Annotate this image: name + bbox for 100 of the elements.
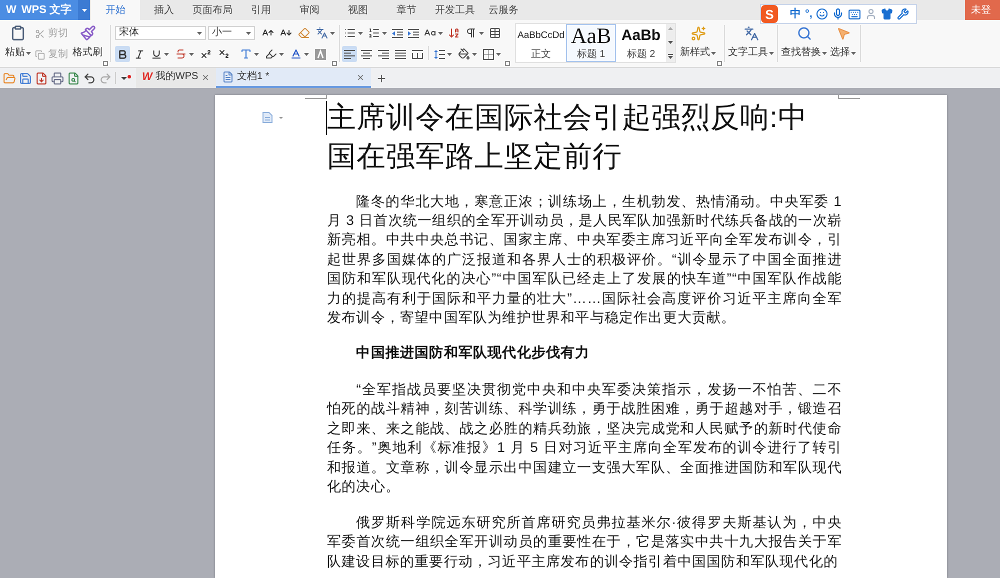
align-right-icon [378,50,389,58]
pilcrow-icon [465,27,477,39]
numbered-list-icon [368,27,380,39]
file-download-icon[interactable] [35,72,48,84]
punctuation-button[interactable]: °, [805,8,812,20]
caret-icon [479,32,484,34]
dialog-launcher-icon[interactable] [505,61,510,66]
ribbon-tab[interactable]: 开始 [91,0,140,20]
ribbon-tool-button[interactable]: 文字工具 [727,26,775,62]
dialog-launcher-icon[interactable] [103,61,108,66]
caret-icon [472,52,477,56]
ribbon-tool-button[interactable]: 新样式 [679,26,717,62]
border-icon [483,48,494,60]
character-shading-button[interactable] [313,46,328,62]
superscript-icon [200,48,212,60]
caret-icon [304,52,309,56]
printer-icon[interactable] [51,72,64,84]
wrench-icon[interactable] [897,8,910,20]
font-name-field[interactable]: 宋体 [115,26,206,40]
close-icon [201,72,210,82]
style-tile[interactable]: AaB 标题 1 [566,24,616,62]
caret-icon [279,52,284,56]
caret-icon [197,32,202,34]
caret-icon [358,32,363,34]
font-size-field[interactable]: 小一 [208,26,255,40]
align-left-icon [344,50,355,58]
shading-button[interactable] [456,46,479,62]
app-logo: W [6,4,16,16]
style-sample: AaBb [621,26,661,46]
text-cursor [326,101,327,135]
close-icon [356,72,365,82]
caret-icon [189,52,194,56]
justify-icon [395,50,406,58]
bold-icon [117,48,128,60]
distributed-align-icon [412,50,423,58]
keyboard-icon[interactable] [848,8,862,20]
paste-button[interactable]: 粘贴 [4,25,32,62]
caret-icon [496,52,501,56]
align-center-icon [361,50,372,58]
ime-mode-button[interactable]: 中 [790,8,801,20]
more-styles-icon[interactable] [668,54,673,59]
caret-icon [711,52,716,54]
shirt-icon[interactable] [881,8,894,20]
ribbon-tab[interactable]: 引用 [236,0,285,20]
caret-icon [769,52,774,54]
body-paragraph: 隆冬的华北大地，寒意正浓；训练场上，生机勃发、热情涌动。中央军委 1 月 3 日首次统一组织的全军开训动员，是人民军队加强新时代练兵备战的一次崭新亮相。中共中央总书记、国家主席、中央军委主席习近平向全军发布训令，引起世界多国媒体的广泛报道和各界人士的积极评价。“训令显示了中国全面推进国防和军队现代化的决心”“中国军队已经走上了发展的快车道”“中国军队作战能力的提高有利于国际和平力量的壮大”……国际社会高度评价习近平主席向全军发布训令，寄望中国军队为维护世界和平与稳定作出更大贡献。 [327,192,842,327]
table-button[interactable] [487,25,503,41]
type-icon [240,48,252,60]
close-tab-button[interactable] [201,72,210,82]
caret-icon [254,52,259,56]
copy-icon [35,50,45,60]
body-paragraph: “全军指战员要坚决贯彻党中央和中央军委决策指示，发扬一不怕苦、二不怕死的战斗精神，刻苦训练、科学训练，勇于战胜困难，勇于超越对手，锻造召之即来、来之能战、战之必胜的精兵劲旅，坚决完成党和人民赋予的新时代使命任务。”奥地利《标准报》1 月 5 日对习近平主席向全军发布的训令进行了转引和报道。文章称，训令显示出中国建立一支强大军队、全面推进国防和军队现代化的决心。 [327,380,842,496]
document-icon [222,71,234,83]
decrease-indent-icon [392,28,403,38]
ribbon-tab[interactable]: 章节 [382,0,430,20]
ribbon-tab[interactable]: 页面布局 [188,0,236,20]
caret-icon [438,32,443,34]
ribbon-tool-button[interactable]: 选择 [828,26,858,62]
format-painter-button[interactable]: 格式刷 [72,25,103,62]
table-icon [489,27,501,39]
ribbon-tab[interactable]: 插入 [140,0,188,20]
paint-bucket-icon [458,48,470,60]
italic-icon [134,48,145,60]
highlighter-icon [265,48,277,60]
alignment-button[interactable] [342,46,357,62]
save-icon[interactable] [19,72,32,84]
scroll-down-icon[interactable] [668,40,673,44]
caret-icon [447,52,452,56]
character-shading-icon [315,48,326,60]
ribbon-tab[interactable]: 视图 [334,0,382,20]
document-tab[interactable]: 文档1 * [216,68,371,88]
eraser-icon [298,27,310,39]
sparkle-icon [690,26,706,41]
bold-button[interactable] [115,46,130,62]
caret-icon [382,32,387,34]
microphone-icon[interactable] [832,8,844,20]
style-sample: AaBbCcDd [518,29,564,43]
scissors-icon [35,28,45,38]
increase-indent-icon [408,28,419,38]
underline-icon [151,48,162,60]
pointer-icon [836,26,850,41]
customize-icon[interactable] [121,74,131,82]
section-heading: 中国推进国防和军队现代化步伐有力 [355,344,591,363]
dialog-launcher-icon[interactable] [332,61,337,66]
ribbon-tool-button[interactable]: 查找替换 [780,26,828,62]
app-menu-dropdown[interactable] [78,0,90,20]
smile-icon[interactable] [816,8,828,20]
ribbon-tab[interactable]: 云服务 [479,0,528,20]
undo-icon[interactable] [83,72,96,84]
caret-icon [26,52,31,54]
caret-icon [82,8,86,12]
sort-icon [448,27,460,39]
border-button[interactable] [481,46,503,62]
ribbon-tab[interactable]: 开发工具 [430,0,479,20]
caret-icon [822,52,827,54]
document-tab[interactable]: W 我的WPS [136,68,216,88]
close-tab-button[interactable] [356,72,365,82]
dialog-launcher-icon[interactable] [717,61,722,66]
ribbon-tab[interactable]: 审阅 [285,0,334,20]
print-preview-icon[interactable] [67,72,80,84]
